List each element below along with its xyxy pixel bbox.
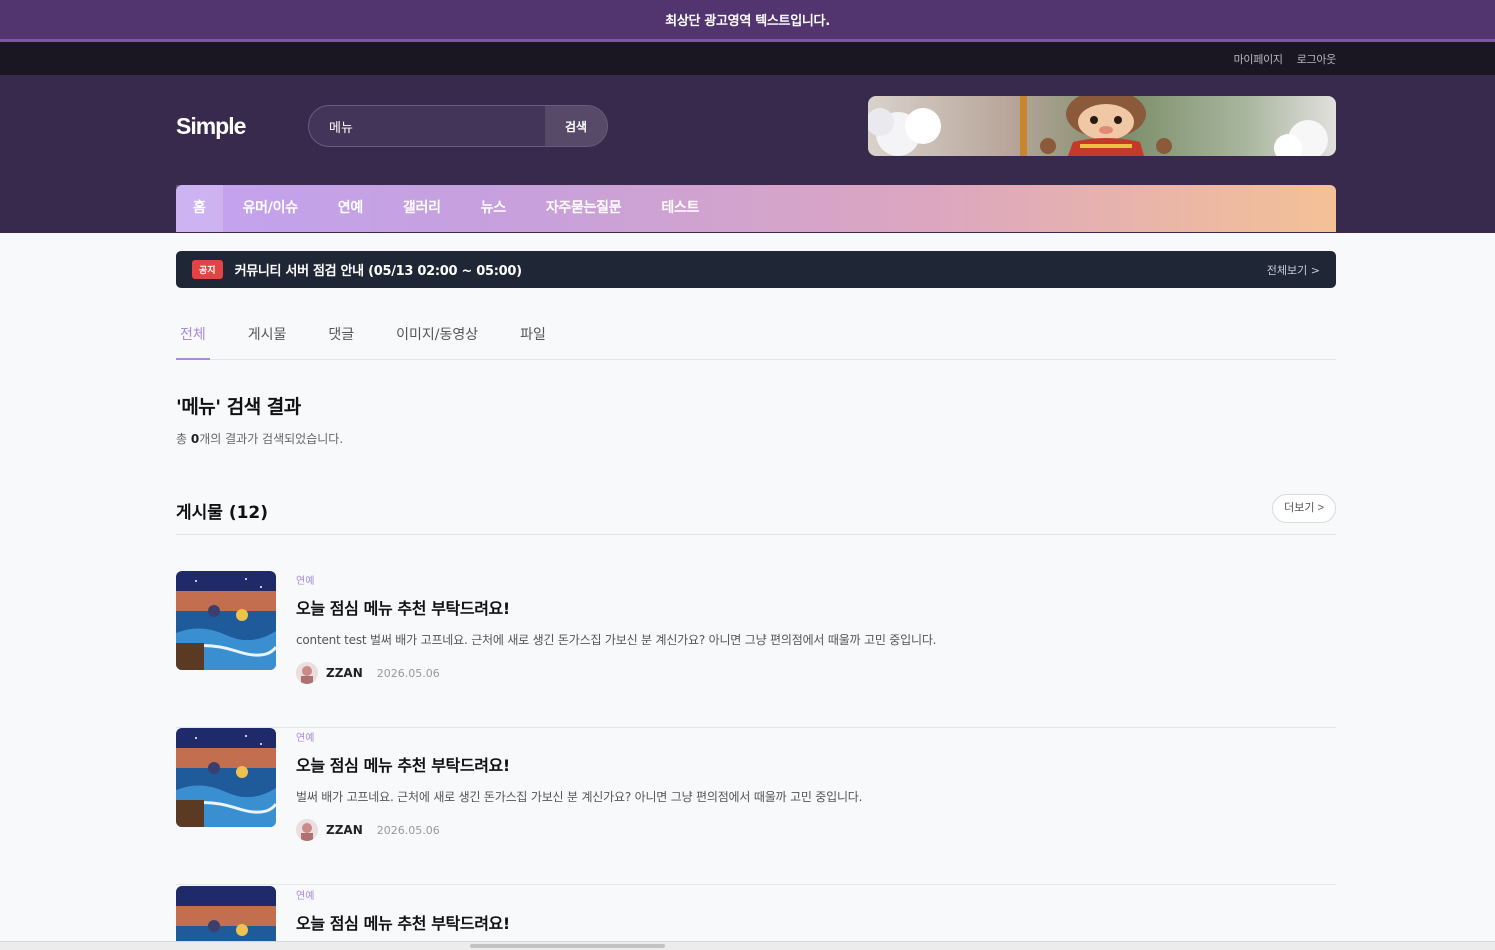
result-count: 0 xyxy=(190,432,200,446)
site-header: Simple 검색 xyxy=(0,75,1495,233)
tab-all[interactable]: 전체 xyxy=(176,312,210,360)
notice-bar[interactable]: 공지 커뮤니티 서버 점검 안내 (05/13 02:00 ~ 05:00) 전… xyxy=(176,251,1336,288)
post-excerpt: content test 벌써 배가 고프네요. 근처에 새로 생긴 돈가스집 … xyxy=(296,633,937,647)
avatar xyxy=(296,819,318,841)
post-item[interactable]: 연예 오늘 점심 메뉴 추천 부탁드려요! 벌써 배가 고프네요. 근처에 새로… xyxy=(176,728,1336,885)
scrollbar-thumb[interactable] xyxy=(470,944,665,948)
main-nav: 홈 유머/이슈 연예 갤러리 뉴스 자주묻는질문 테스트 xyxy=(176,185,1336,232)
notice-text[interactable]: 커뮤니티 서버 점검 안내 (05/13 02:00 ~ 05:00) xyxy=(235,260,1267,279)
result-summary: 총 0개의 결과가 검색되었습니다. xyxy=(176,430,343,447)
site-logo[interactable]: Simple xyxy=(176,113,246,140)
nav-item-test[interactable]: 테스트 xyxy=(641,185,719,232)
post-category[interactable]: 연예 xyxy=(296,729,314,744)
notice-view-all-link[interactable]: 전체보기 > xyxy=(1267,262,1320,278)
post-date: 2026.05.06 xyxy=(376,666,440,680)
post-date: 2026.05.06 xyxy=(376,823,440,837)
utility-bar: 마이페이지 로그아웃 xyxy=(0,42,1495,75)
result-prefix: 총 xyxy=(176,432,191,446)
tab-comments[interactable]: 댓글 xyxy=(324,312,358,360)
search-result-tabs: 전체 게시물 댓글 이미지/동영상 파일 xyxy=(176,312,1336,360)
posts-section-header: 게시물 (12) 더보기 > xyxy=(176,484,1336,535)
search-button[interactable]: 검색 xyxy=(545,106,607,146)
post-thumbnail[interactable] xyxy=(176,571,276,670)
post-author[interactable]: ZZAN xyxy=(326,666,363,680)
tab-files[interactable]: 파일 xyxy=(516,312,550,360)
post-category[interactable]: 연예 xyxy=(296,887,314,902)
post-category[interactable]: 연예 xyxy=(296,572,314,587)
post-thumbnail[interactable] xyxy=(176,886,276,942)
result-title: '메뉴' 검색 결과 xyxy=(176,396,301,418)
nav-item-gallery[interactable]: 갤러리 xyxy=(383,185,461,232)
top-ad-text: 최상단 광고영역 텍스트입니다. xyxy=(665,14,830,29)
post-item[interactable]: 연예 오늘 점심 메뉴 추천 부탁드려요! xyxy=(176,886,1336,942)
search-input[interactable] xyxy=(309,106,545,146)
horizontal-scrollbar[interactable] xyxy=(0,941,1495,950)
post-item[interactable]: 연예 오늘 점심 메뉴 추천 부탁드려요! content test 벌써 배가… xyxy=(176,571,1336,728)
nav-item-news[interactable]: 뉴스 xyxy=(461,185,526,232)
notice-badge: 공지 xyxy=(192,260,223,279)
top-ad-bar: 최상단 광고영역 텍스트입니다. xyxy=(0,0,1495,42)
tab-media[interactable]: 이미지/동영상 xyxy=(392,312,482,360)
nav-item-humor[interactable]: 유머/이슈 xyxy=(223,185,318,232)
posts-section-title: 게시물 (12) xyxy=(176,503,269,523)
mypage-link[interactable]: 마이페이지 xyxy=(1234,51,1283,67)
nav-item-entertainment[interactable]: 연예 xyxy=(318,185,383,232)
nav-item-faq[interactable]: 자주묻는질문 xyxy=(526,185,641,232)
nav-item-home[interactable]: 홈 xyxy=(176,185,223,232)
post-excerpt: 벌써 배가 고프네요. 근처에 새로 생긴 돈가스집 가보신 분 계신가요? 아… xyxy=(296,790,863,804)
header-banner-image[interactable] xyxy=(868,96,1336,156)
tab-posts[interactable]: 게시물 xyxy=(244,312,291,360)
post-title[interactable]: 오늘 점심 메뉴 추천 부탁드려요! xyxy=(296,595,510,619)
result-suffix: 개의 결과가 검색되었습니다. xyxy=(199,432,344,446)
post-title[interactable]: 오늘 점심 메뉴 추천 부탁드려요! xyxy=(296,752,510,776)
post-meta: ZZAN 2026.05.06 xyxy=(296,662,440,684)
post-meta: ZZAN 2026.05.06 xyxy=(296,819,440,841)
logout-link[interactable]: 로그아웃 xyxy=(1297,51,1337,67)
more-button[interactable]: 더보기 > xyxy=(1272,494,1336,523)
post-title[interactable]: 오늘 점심 메뉴 추천 부탁드려요! xyxy=(296,910,510,934)
search-box: 검색 xyxy=(308,105,608,147)
post-thumbnail[interactable] xyxy=(176,728,276,827)
post-author[interactable]: ZZAN xyxy=(326,823,363,837)
avatar xyxy=(296,662,318,684)
